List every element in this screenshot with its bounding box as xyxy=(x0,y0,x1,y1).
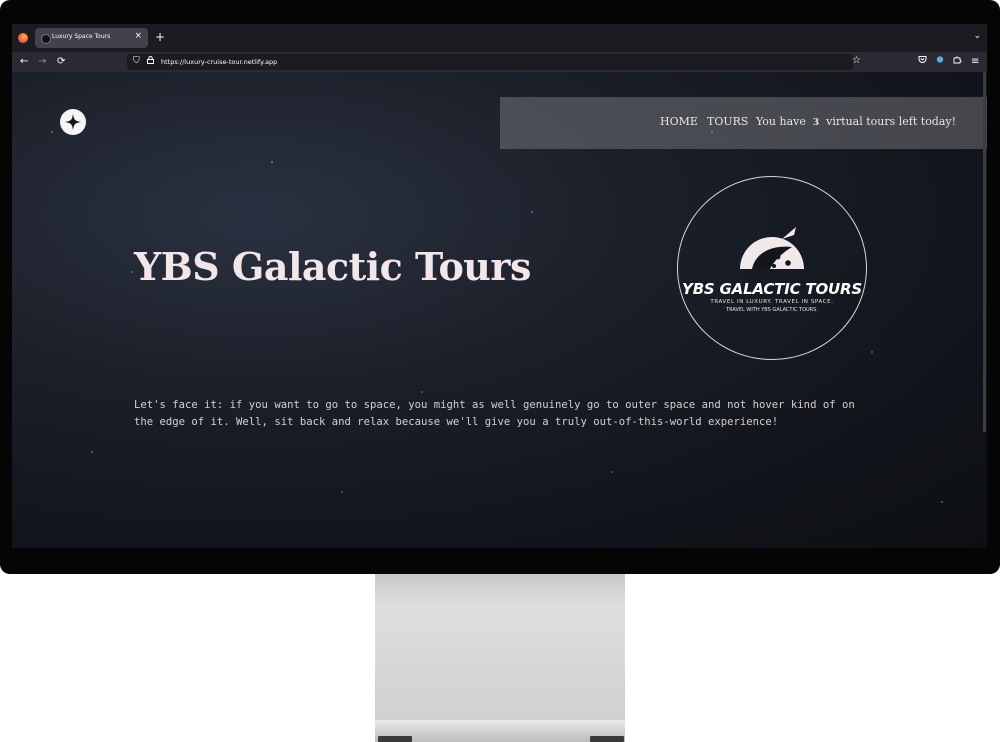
extensions-puzzle-icon[interactable] xyxy=(953,55,962,69)
url-text[interactable]: https://luxury-cruise-tour.netlify.app xyxy=(161,58,277,66)
back-button[interactable]: ← xyxy=(20,55,28,69)
web-page: HOME TOURS You have 3 virtual tours left t… xyxy=(12,72,987,548)
monitor-stand-base xyxy=(375,720,625,742)
tours-left-count: 3 xyxy=(812,118,820,128)
tracking-protection-shield-icon[interactable]: ⛉ xyxy=(133,56,140,66)
badge-title: YBS GALACTIC TOURS xyxy=(682,280,862,298)
top-navigation: HOME TOURS You have 3 virtual tours left t… xyxy=(500,97,987,149)
ybs-galactic-tours-badge: YBS GALACTIC TOURS TRAVEL IN LUXURY. TRA… xyxy=(677,176,867,360)
badge-tagline: TRAVEL IN LUXURY. TRAVEL IN SPACE. xyxy=(710,299,834,305)
new-tab-button[interactable]: + xyxy=(155,30,165,44)
browser-window: Luxury Space Tours × + ⌄ ← → ⟳ ⛉ https:/… xyxy=(12,24,987,548)
monitor-frame: Luxury Space Tours × + ⌄ ← → ⟳ ⛉ https:/… xyxy=(0,0,1000,574)
navigation-toolbar: ← → ⟳ ⛉ https://luxury-cruise-tour.netli… xyxy=(12,52,987,72)
nav-home-link[interactable]: HOME xyxy=(660,115,698,128)
monitor-chin xyxy=(12,548,987,574)
page-title: YBS Galactic Tours xyxy=(134,244,531,289)
tours-left-suffix: virtual tours left today! xyxy=(826,115,957,128)
pocket-icon[interactable] xyxy=(918,55,927,69)
extension-icon[interactable] xyxy=(936,55,944,69)
firefox-logo-icon xyxy=(18,33,28,43)
lock-icon[interactable] xyxy=(147,56,154,66)
reload-button[interactable]: ⟳ xyxy=(57,55,65,69)
nav-tours-link[interactable]: TOURS xyxy=(707,115,748,128)
scrollbar[interactable] xyxy=(983,72,986,432)
hero-description: Let's face it: if you want to go to spac… xyxy=(134,399,855,428)
tours-left-notice: You have 3 virtual tours left today! xyxy=(756,115,956,128)
forward-button[interactable]: → xyxy=(38,55,46,69)
app-menu-button[interactable]: ≡ xyxy=(971,55,979,69)
address-bar[interactable]: ⛉ https://luxury-cruise-tour.netlify.app… xyxy=(127,54,861,70)
tab-favicon-icon xyxy=(41,34,51,44)
site-logo-star-icon[interactable] xyxy=(60,109,86,135)
tab-list-icon[interactable]: ⌄ xyxy=(973,31,981,41)
tours-left-prefix: You have xyxy=(756,115,806,128)
tab-close-button[interactable]: × xyxy=(134,31,142,41)
bookmark-star-icon[interactable]: ☆ xyxy=(852,55,861,66)
monitor-stand xyxy=(375,574,625,736)
planet-rocket-icon xyxy=(740,227,804,269)
stand-foot-right xyxy=(590,736,624,742)
tab-title: Luxury Space Tours xyxy=(52,33,111,40)
tab-luxury-space-tours[interactable]: Luxury Space Tours × xyxy=(35,28,148,48)
stand-foot-left xyxy=(378,736,412,742)
badge-tagline-secondary: TRAVEL WITH YBS GALACTIC TOURS. xyxy=(726,307,818,313)
tab-bar: Luxury Space Tours × + ⌄ xyxy=(12,24,987,52)
